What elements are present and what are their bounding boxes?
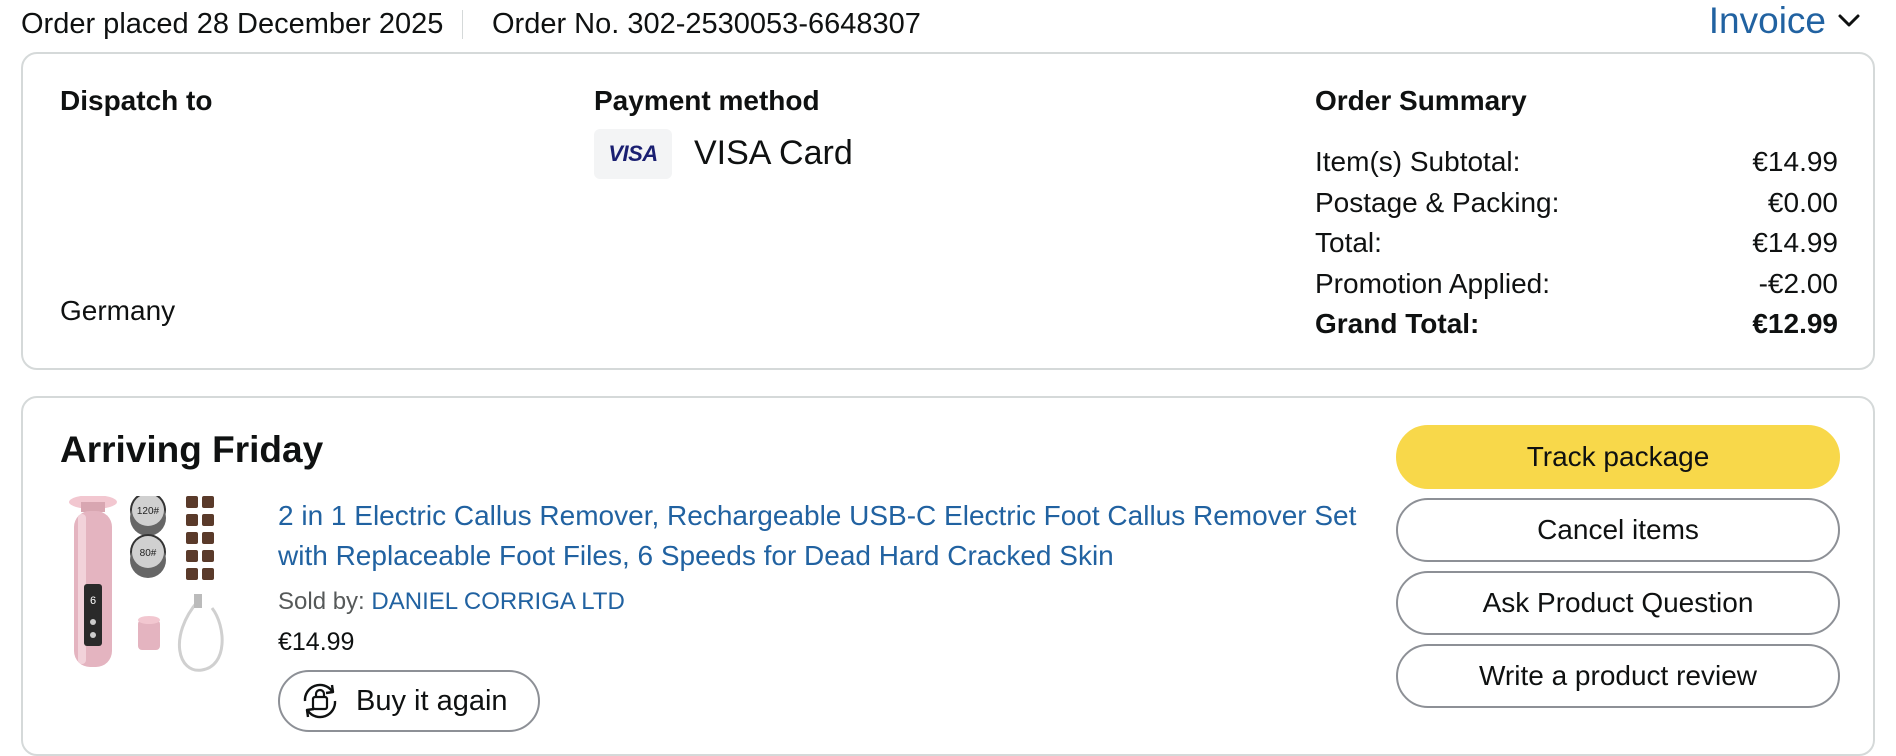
summary-value: -€2.00: [1758, 267, 1838, 299]
order-summary-list: Item(s) Subtotal: €14.99 Postage & Packi…: [1315, 142, 1838, 345]
invoice-label: Invoice: [1708, 0, 1826, 41]
dispatch-country: Germany: [60, 295, 176, 326]
summary-value: €14.99: [1752, 146, 1838, 177]
buy-again-label: Buy it again: [356, 684, 508, 717]
visa-logo-text: VISA: [608, 141, 658, 166]
delivery-status: Arriving Friday: [60, 429, 324, 470]
track-package-button[interactable]: Track package: [1396, 425, 1840, 489]
summary-label: Grand Total:: [1315, 308, 1480, 339]
buy-again-icon: [303, 683, 337, 719]
summary-row-total: Total: €14.99: [1315, 223, 1838, 264]
invoice-dropdown[interactable]: Invoice: [1709, 0, 1862, 42]
summary-label: Promotion Applied:: [1315, 267, 1551, 299]
cancel-items-button[interactable]: Cancel items: [1396, 498, 1840, 562]
disc-label-120: 120#: [137, 506, 160, 517]
payment-heading: Payment method: [594, 85, 820, 116]
visa-card-icon: VISA: [594, 129, 672, 179]
summary-row-grand-total: Grand Total: €12.99: [1315, 304, 1838, 345]
summary-label: Item(s) Subtotal:: [1315, 146, 1521, 177]
summary-value: €12.99: [1752, 308, 1838, 339]
summary-row-postage: Postage & Packing: €0.00: [1315, 183, 1838, 224]
sold-by: Sold by: DANIEL CORRIGA LTD: [278, 586, 625, 618]
ask-product-question-button[interactable]: Ask Product Question: [1396, 571, 1840, 635]
product-price: €14.99: [278, 628, 355, 656]
speed-display-label: 6: [90, 595, 96, 607]
dispatch-heading: Dispatch to: [60, 85, 213, 116]
summary-label: Total:: [1315, 227, 1382, 258]
order-number: Order No. 302-2530053-6648307: [492, 8, 921, 40]
product-title-link[interactable]: 2 in 1 Electric Callus Remover, Recharge…: [278, 496, 1388, 576]
payment-card-label: VISA Card: [694, 134, 853, 172]
summary-value: €14.99: [1752, 227, 1838, 258]
write-review-button[interactable]: Write a product review: [1396, 644, 1840, 708]
summary-value: €0.00: [1767, 186, 1838, 218]
seller-link[interactable]: DANIEL CORRIGA LTD: [371, 588, 624, 615]
disc-label-80: 80#: [140, 548, 157, 559]
summary-label: Postage & Packing:: [1315, 186, 1560, 218]
order-summary-heading: Order Summary: [1315, 85, 1527, 116]
order-details-card: Dispatch to Germany Payment method VISA …: [21, 52, 1875, 370]
chevron-down-icon: [1838, 14, 1860, 27]
header-divider: [462, 10, 463, 39]
sold-by-label: Sold by:: [278, 588, 372, 615]
summary-row-subtotal: Item(s) Subtotal: €14.99: [1315, 142, 1838, 183]
summary-row-promotion: Promotion Applied: -€2.00: [1315, 264, 1838, 305]
shipment-card: Arriving Friday 6 120# 80# 2 in 1 Electr…: [21, 396, 1875, 756]
product-image[interactable]: 6 120# 80#: [60, 496, 260, 676]
order-header: Order placed 28 December 2025 Order No. …: [0, 0, 1896, 52]
order-placed-date: Order placed 28 December 2025: [21, 8, 444, 40]
buy-again-button[interactable]: Buy it again: [278, 670, 540, 732]
